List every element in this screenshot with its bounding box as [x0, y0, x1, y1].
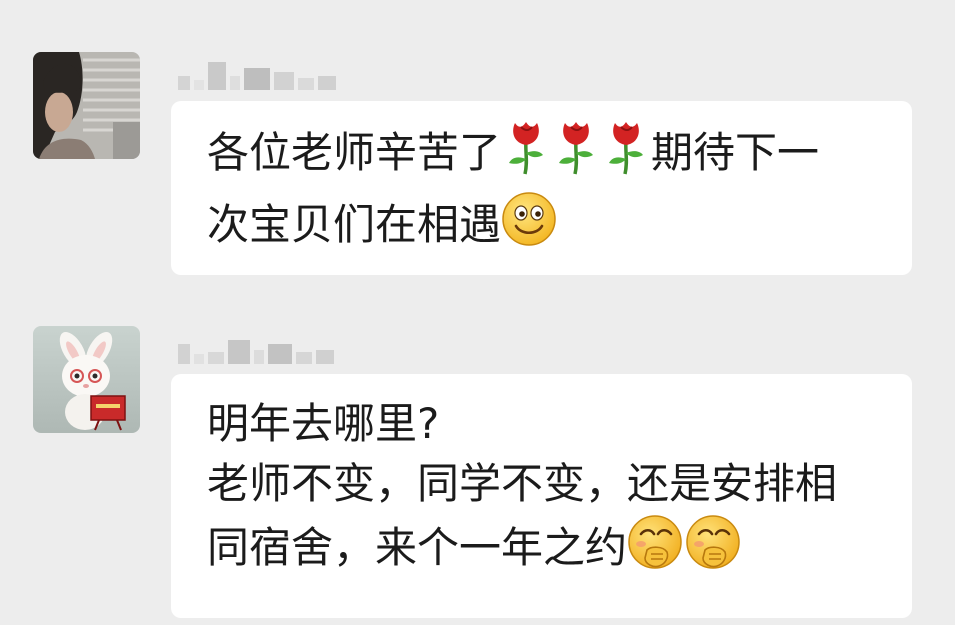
message-text: 期待下一 — [651, 128, 820, 177]
sender-avatar-1[interactable] — [33, 52, 140, 159]
rose-icon — [601, 119, 651, 191]
message-2-line-1: 明年去哪里? — [207, 399, 440, 448]
message-2-line-3: 同宿舍，来个一年之约 — [207, 514, 882, 586]
smile-icon — [501, 191, 557, 263]
message-1-line-1: 各位老师辛苦了 期待下一 — [207, 119, 882, 191]
sender-name-1 — [178, 60, 336, 90]
message-bubble-2[interactable]: 明年去哪里? 老师不变，同学不变，还是安排相 同宿舍，来个一年之约 — [171, 374, 912, 618]
message-2-line-2: 老师不变，同学不变，还是安排相 — [207, 459, 838, 508]
message-bubble-1[interactable]: 各位老师辛苦了 期待下一 次宝贝们在相遇 — [171, 101, 912, 275]
sender-name-2 — [178, 334, 334, 364]
sender-avatar-2[interactable] — [33, 326, 140, 433]
message-text: 各位老师辛苦了 — [207, 128, 502, 177]
rose-icon — [501, 119, 551, 191]
white-rabbit-avatar-icon — [33, 326, 140, 433]
message-text: 同宿舍，来个一年之约 — [207, 523, 628, 572]
message-text: 次宝贝们在相遇 — [207, 200, 502, 249]
message-1-line-2: 次宝贝们在相遇 — [207, 191, 882, 263]
shy-giggle-icon — [685, 514, 743, 586]
woman-photo-avatar-icon — [33, 52, 140, 159]
shy-giggle-icon — [627, 514, 685, 586]
rose-icon — [551, 119, 601, 191]
